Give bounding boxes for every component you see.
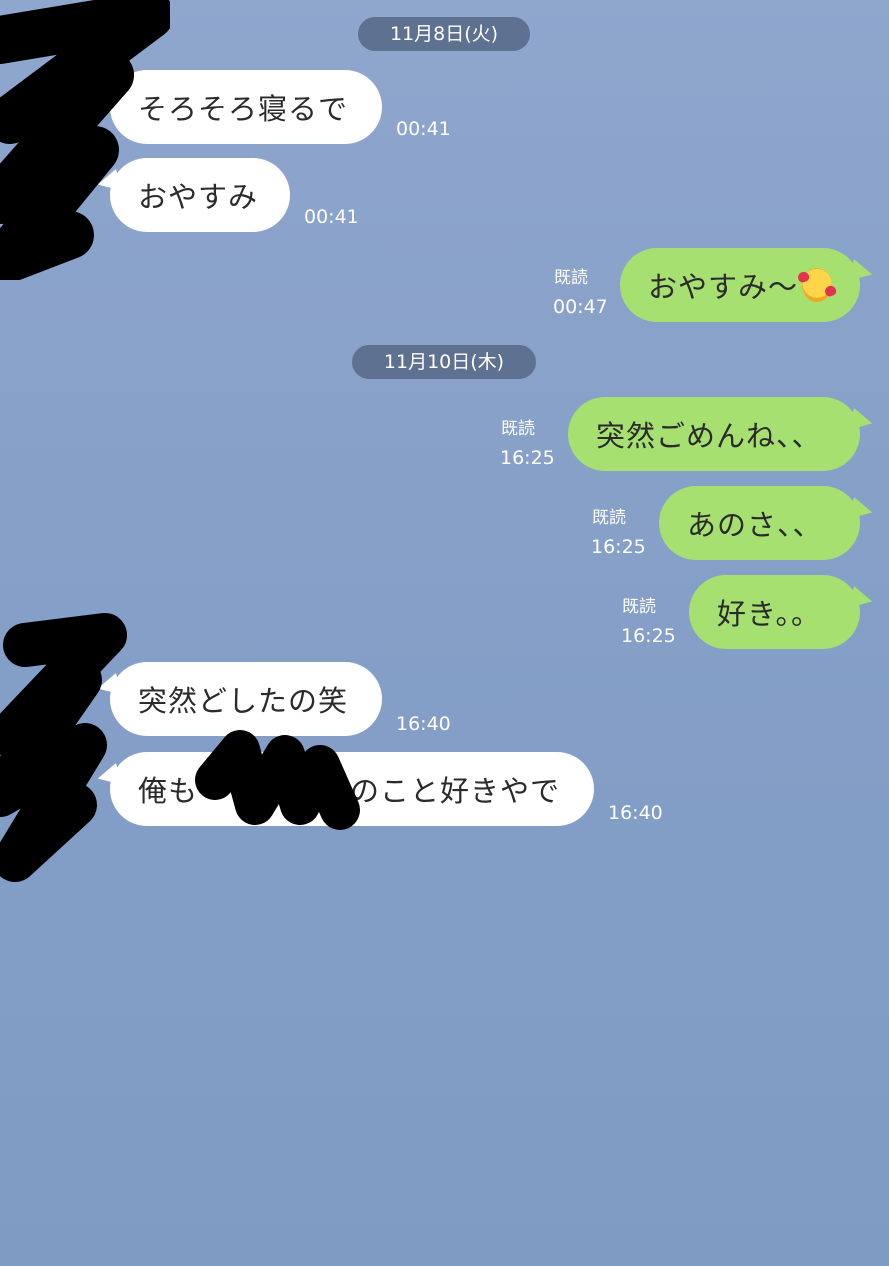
message-time: 16:40 xyxy=(608,802,663,824)
message-time: 00:41 xyxy=(304,206,359,228)
message-time: 00:41 xyxy=(396,118,451,140)
read-receipt: 既読 xyxy=(622,597,656,617)
message-time: 16:25 xyxy=(591,536,646,558)
message-text: 俺も xyxy=(138,774,199,808)
message-bubble-outgoing[interactable]: 好き。。 xyxy=(689,575,860,649)
redaction-scribble xyxy=(195,730,360,830)
message-time: 16:25 xyxy=(621,625,676,647)
message-bubble-outgoing[interactable]: おやすみ〜 xyxy=(620,248,860,322)
redaction-scribble xyxy=(0,0,170,280)
message-time: 16:25 xyxy=(500,447,555,469)
message-text: のこと好きやで xyxy=(350,774,561,808)
message-bubble-outgoing[interactable]: あのさ、、 xyxy=(659,486,860,560)
message-time: 00:47 xyxy=(553,296,608,318)
chat-area[interactable]: 11月8日(火) そろそろ寝るで 00:41 おやすみ 00:41 既読 00:… xyxy=(0,0,889,1266)
message-text: おやすみ〜 xyxy=(648,270,799,304)
read-receipt: 既読 xyxy=(592,508,626,528)
smiling-face-with-hearts-icon xyxy=(802,268,832,302)
date-separator: 11月10日(木) xyxy=(352,345,536,379)
read-receipt: 既読 xyxy=(501,419,535,439)
redaction-scribble xyxy=(0,613,127,882)
message-time: 16:40 xyxy=(396,713,451,735)
read-receipt: 既読 xyxy=(554,268,588,288)
date-separator: 11月8日(火) xyxy=(358,17,530,51)
message-bubble-outgoing[interactable]: 突然ごめんね、、 xyxy=(568,397,860,471)
